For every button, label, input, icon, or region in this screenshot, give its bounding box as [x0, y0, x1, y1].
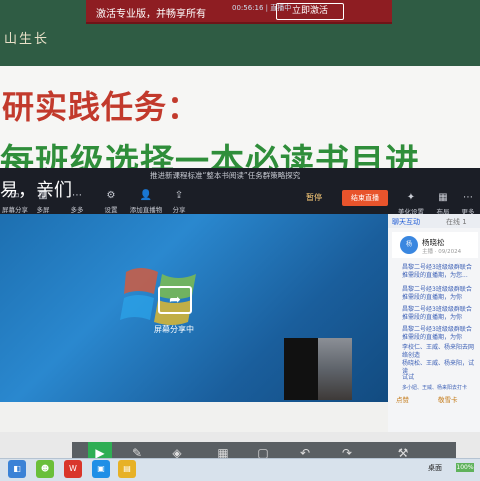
add-person-icon: 👤 — [139, 190, 153, 201]
sparkle-icon: ✦ — [406, 192, 416, 203]
toolbar-screen-share[interactable]: ▭ 屏幕分享 — [0, 190, 30, 214]
gift-button[interactable]: 敬雪卡 — [438, 394, 458, 404]
toolbar-label: 添加直播物 — [129, 206, 163, 214]
gear-icon: ⚙ — [106, 190, 116, 201]
toolbar-multi-screen[interactable]: ▥ 多屏 — [28, 190, 58, 214]
toolbar-label: 分享 — [172, 206, 186, 214]
toolbar-label: 多屏 — [36, 206, 50, 214]
battery-icon: 100% — [456, 463, 474, 472]
chat-message: 昌黎二号经3班级级群联合推需段的直播期，为你 — [402, 306, 472, 321]
meeting-title: 推进新课程标准“整本书阅读”任务群策略探究 — [150, 171, 301, 180]
slide-lower-area — [0, 402, 388, 432]
avatar: 杨 — [400, 236, 418, 254]
wps-icon[interactable]: W — [64, 460, 82, 478]
right-more-button[interactable]: ⋯ 更多 — [456, 192, 480, 216]
host-role: 主播 · 09/2024 — [422, 249, 462, 255]
monitor-icon: ▭ — [10, 190, 20, 201]
toolbar-add-guest[interactable]: 👤 添加直播物 — [126, 190, 166, 214]
chat-message: 多小妞、王威、杨来阳去打卡 — [402, 385, 468, 391]
toolbar-label: 屏幕分享 — [2, 206, 28, 214]
pause-button[interactable]: 暂停 — [306, 192, 322, 203]
tab-members[interactable]: 在线 1 — [446, 217, 467, 227]
chat-message: 昌黎二号经3班级级群联合推需段的直播期，为你 — [402, 326, 472, 341]
toolbar-label: 设置 — [104, 206, 118, 214]
toolbar-settings[interactable]: ⚙ 设置 — [96, 190, 126, 214]
share-icon: ⇪ — [174, 190, 184, 201]
more-icon: ⋯ — [463, 192, 473, 203]
slide-heading-line1: 研实践任务： — [2, 88, 201, 126]
app-icon[interactable]: ☻ — [36, 460, 54, 478]
chat-message: 试试 — [402, 374, 415, 381]
layout-button[interactable]: ▦ 布局 — [430, 192, 456, 216]
activate-now-button[interactable]: 立即激活 — [276, 3, 344, 20]
slide-logo: 山生长 — [4, 32, 50, 47]
chat-message: 李校仁、王威、杨来阳去网络创造 — [402, 344, 475, 359]
more-icon: ⋯ — [72, 190, 82, 201]
activation-banner-text: 激活专业版，并畅享所有 — [96, 9, 206, 20]
camera-feed-image — [318, 338, 352, 400]
toolbar-more[interactable]: ⋯ 多多 — [62, 190, 92, 214]
end-live-button[interactable]: 结束直播 — [342, 190, 388, 206]
like-button[interactable]: 点赞 — [396, 394, 409, 404]
tray-desktop-label[interactable]: 桌面 — [428, 463, 442, 473]
folder-icon[interactable]: ▤ — [118, 460, 136, 478]
beauty-settings-button[interactable]: ✦ 美化设置 — [398, 192, 424, 216]
chat-message: 昌黎二号经3班级级群联合推需段的直播期，为您... — [402, 264, 472, 279]
layout-icon: ▦ — [438, 192, 448, 203]
toolbar-share[interactable]: ⇪ 分享 — [164, 190, 194, 214]
chat-message: 昌黎二号经3班级级群联合推需段的直播期，为你 — [402, 286, 472, 301]
multi-screen-icon: ▥ — [38, 190, 48, 201]
tab-chat[interactable]: 聊天互动 — [392, 217, 420, 227]
app-icon[interactable]: ▣ — [92, 460, 110, 478]
screen-share-icon: ➦ — [158, 286, 192, 314]
start-icon[interactable]: ◧ — [8, 460, 26, 478]
toolbar-label: 多多 — [70, 206, 84, 214]
screen-sharing-label: 屏幕分享中 — [154, 325, 194, 334]
